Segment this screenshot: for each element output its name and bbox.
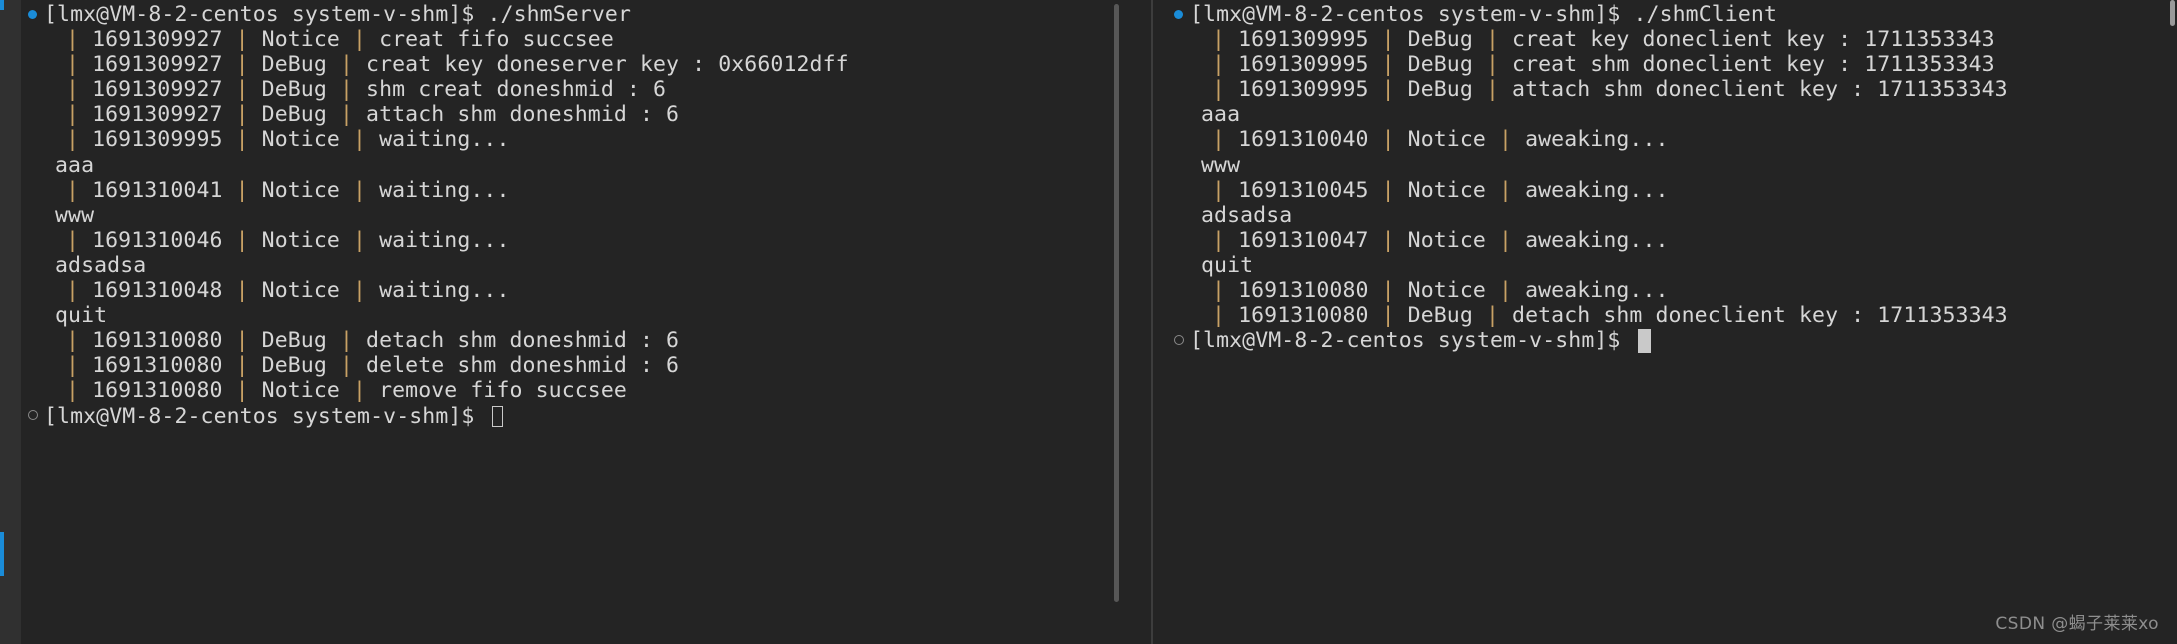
log-entry-text: | 1691309995 | Notice | waiting...: [66, 127, 510, 153]
user-input-echo: quit: [55, 303, 108, 329]
terminal-line: | 1691310080 | Notice | remove fifo succ…: [28, 378, 1112, 403]
terminal-line: | 1691310080 | DeBug | delete shm donesh…: [28, 353, 1112, 378]
terminal-line: aaa: [1174, 102, 2167, 127]
terminal-window: [lmx@VM-8-2-centos system-v-shm]$ ./shmS…: [0, 0, 2177, 644]
terminal-pane-client[interactable]: [lmx@VM-8-2-centos system-v-shm]$ ./shmC…: [1152, 0, 2177, 644]
log-entry-text: | 1691310080 | DeBug | detach shm donecl…: [1212, 303, 2008, 329]
terminal-line: [lmx@VM-8-2-centos system-v-shm]$ ./shmS…: [28, 2, 1112, 27]
scrollbar-thumb-client[interactable]: [2170, 0, 2175, 26]
terminal-line: quit: [1174, 253, 2167, 278]
terminal-line: | 1691310080 | DeBug | detach shm donesh…: [28, 328, 1112, 353]
log-entry-text: | 1691310080 | Notice | aweaking...: [1212, 278, 1669, 304]
terminal-line: | 1691310041 | Notice | waiting...: [28, 178, 1112, 203]
prompt-idle-dot-icon: [28, 407, 42, 423]
csdn-watermark: CSDN @蝎子莱莱xo: [1995, 614, 2159, 634]
terminal-line: | 1691309927 | DeBug | creat key doneser…: [28, 52, 1112, 77]
log-entry-text: | 1691310080 | DeBug | detach shm donesh…: [66, 328, 680, 354]
log-entry-text: | 1691309927 | DeBug | shm creat doneshm…: [66, 77, 667, 103]
terminal-line: www: [28, 203, 1112, 228]
user-input-echo: www: [1201, 152, 1241, 178]
log-entry-text: | 1691309927 | Notice | creat fifo succs…: [66, 27, 614, 53]
user-input-echo: adsadsa: [55, 252, 147, 278]
user-input-echo: www: [55, 202, 95, 228]
log-entry-text: | 1691310080 | DeBug | delete shm donesh…: [66, 353, 680, 379]
prompt-idle-dot-icon: [1174, 332, 1188, 348]
terminal-line: www: [1174, 153, 2167, 178]
log-entry-text: | 1691310040 | Notice | aweaking...: [1212, 127, 1669, 153]
terminal-line: | 1691310046 | Notice | waiting...: [28, 228, 1112, 253]
log-entry-text: | 1691310045 | Notice | aweaking...: [1212, 177, 1669, 203]
user-input-echo: adsadsa: [1201, 202, 1293, 228]
terminal-line: | 1691309995 | Notice | waiting...: [28, 127, 1112, 152]
terminal-output-client: [lmx@VM-8-2-centos system-v-shm]$ ./shmC…: [1174, 2, 2167, 353]
terminal-line: | 1691310080 | DeBug | detach shm donecl…: [1174, 303, 2167, 328]
log-entry-text: | 1691309995 | DeBug | creat shm donecli…: [1212, 52, 1995, 78]
accent-mark-bottom: [0, 532, 4, 576]
terminal-line: | 1691310048 | Notice | waiting...: [28, 278, 1112, 303]
terminal-line: | 1691310045 | Notice | aweaking...: [1174, 178, 2167, 203]
shell-prompt-text: [lmx@VM-8-2-centos system-v-shm]$: [1190, 328, 1634, 354]
right-gutter: [1152, 0, 1160, 644]
terminal-line: | 1691309995 | DeBug | attach shm donecl…: [1174, 77, 2167, 102]
log-entry-text: | 1691309995 | DeBug | creat key donecli…: [1212, 27, 1995, 53]
accent-mark-top: [0, 0, 4, 10]
terminal-line: | 1691310040 | Notice | aweaking...: [1174, 127, 2167, 152]
terminal-line: | 1691310080 | Notice | aweaking...: [1174, 278, 2167, 303]
user-input-echo: aaa: [55, 152, 95, 178]
shell-prompt-text: [lmx@VM-8-2-centos system-v-shm]$: [44, 403, 488, 429]
log-entry-text: | 1691309927 | DeBug | attach shm donesh…: [66, 102, 680, 128]
terminal-line: [lmx@VM-8-2-centos system-v-shm]$: [28, 404, 1112, 429]
terminal-line: | 1691309927 | DeBug | shm creat doneshm…: [28, 77, 1112, 102]
terminal-pane-server[interactable]: [lmx@VM-8-2-centos system-v-shm]$ ./shmS…: [0, 0, 1152, 644]
terminal-line: aaa: [28, 153, 1112, 178]
log-entry-text: | 1691309995 | DeBug | attach shm donecl…: [1212, 77, 2008, 103]
terminal-cursor[interactable]: [1637, 328, 1651, 353]
terminal-line: quit: [28, 303, 1112, 328]
pane-divider: [1151, 0, 1153, 644]
shell-prompt-text: [lmx@VM-8-2-centos system-v-shm]$ ./shmC…: [1190, 2, 1777, 27]
user-input-echo: aaa: [1201, 102, 1241, 128]
shell-prompt-text: [lmx@VM-8-2-centos system-v-shm]$ ./shmS…: [44, 2, 631, 27]
prompt-running-dot-icon: [1174, 6, 1188, 22]
terminal-line: | 1691309995 | DeBug | creat key donecli…: [1174, 27, 2167, 52]
terminal-output-server: [lmx@VM-8-2-centos system-v-shm]$ ./shmS…: [28, 2, 1112, 429]
terminal-line: | 1691309927 | Notice | creat fifo succs…: [28, 27, 1112, 52]
terminal-line: adsadsa: [28, 253, 1112, 278]
log-entry-text: | 1691310080 | Notice | remove fifo succ…: [66, 378, 627, 404]
terminal-line: [lmx@VM-8-2-centos system-v-shm]$: [1174, 328, 2167, 353]
prompt-running-dot-icon: [28, 6, 42, 22]
terminal-line: | 1691309927 | DeBug | attach shm donesh…: [28, 102, 1112, 127]
scrollbar-thumb-server[interactable]: [1114, 4, 1119, 602]
log-entry-text: | 1691309927 | DeBug | creat key doneser…: [66, 52, 849, 78]
terminal-line: adsadsa: [1174, 203, 2167, 228]
user-input-echo: quit: [1201, 252, 1254, 278]
log-entry-text: | 1691310047 | Notice | aweaking...: [1212, 227, 1669, 253]
terminal-line: | 1691309995 | DeBug | creat shm donecli…: [1174, 52, 2167, 77]
terminal-line: | 1691310047 | Notice | aweaking...: [1174, 228, 2167, 253]
log-entry-text: | 1691310046 | Notice | waiting...: [66, 227, 510, 253]
terminal-line: [lmx@VM-8-2-centos system-v-shm]$ ./shmC…: [1174, 2, 2167, 27]
terminal-cursor[interactable]: [491, 405, 503, 427]
log-entry-text: | 1691310048 | Notice | waiting...: [66, 278, 510, 304]
log-entry-text: | 1691310041 | Notice | waiting...: [66, 177, 510, 203]
